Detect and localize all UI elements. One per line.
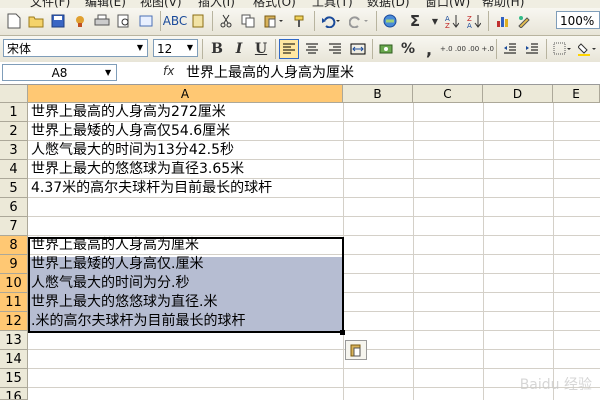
increase-decimal-button[interactable]: +.0 .00: [440, 39, 466, 59]
italic-button[interactable]: I: [229, 39, 249, 59]
redo-icon[interactable]: [346, 11, 372, 31]
cell-a5[interactable]: 4.37米的高尔夫球杆为目前最长的球杆: [31, 179, 272, 198]
paste-icon[interactable]: [260, 11, 288, 31]
worksheet-grid[interactable]: A B C D E 1 2 3 4 5 6 7 8 9 10 11 12 13 …: [0, 85, 600, 400]
autosum-dropdown-icon[interactable]: ▼: [430, 11, 440, 31]
formula-input[interactable]: 世界上最高的人身高为厘米: [186, 63, 354, 83]
paste-options-icon[interactable]: [345, 340, 367, 360]
column-header-a[interactable]: A: [28, 85, 343, 103]
align-center-button[interactable]: [302, 39, 322, 59]
row-header-15[interactable]: 15: [0, 369, 28, 388]
new-icon[interactable]: [4, 11, 24, 31]
undo-icon[interactable]: [318, 11, 344, 31]
svg-text:Z: Z: [445, 22, 450, 28]
decrease-decimal-button[interactable]: .00 +.0: [468, 39, 494, 59]
borders-icon[interactable]: [550, 39, 574, 59]
underline-button[interactable]: U: [251, 39, 271, 59]
row-header-6[interactable]: 6: [0, 198, 28, 217]
cell-a3[interactable]: 人憋气最大的时间为13分42.5秒: [31, 141, 234, 160]
hyperlink-icon[interactable]: [380, 11, 400, 31]
column-header-d[interactable]: D: [483, 85, 553, 103]
cell-a2[interactable]: 世界上最矮的人身高仅54.6厘米: [31, 122, 230, 141]
row-header-3[interactable]: 3: [0, 141, 28, 160]
fill-handle[interactable]: [340, 330, 345, 335]
row-header-11[interactable]: 11: [0, 293, 28, 312]
watermark-logo: Baidu 经验: [519, 377, 592, 393]
cut-icon[interactable]: [216, 11, 236, 31]
row-header-8[interactable]: 8: [0, 236, 28, 255]
row-header-2[interactable]: 2: [0, 122, 28, 141]
save-icon[interactable]: [48, 11, 68, 31]
chevron-down-icon[interactable]: ▼: [105, 68, 111, 77]
row-header-13[interactable]: 13: [0, 331, 28, 350]
comma-style-button[interactable]: ,: [420, 39, 438, 59]
font-size-select[interactable]: 12 ▼: [153, 39, 198, 57]
research-book-icon[interactable]: [188, 11, 208, 31]
drawing-icon[interactable]: [514, 11, 534, 31]
row-header-5[interactable]: 5: [0, 179, 28, 198]
decrease-indent-icon[interactable]: [500, 39, 520, 59]
permission-icon[interactable]: [70, 11, 90, 31]
font-size-value: 12: [157, 42, 173, 56]
standard-toolbar: ABC Σ ▼ AZ ZA 100%: [0, 8, 600, 36]
row-header-9[interactable]: 9: [0, 255, 28, 274]
spelling-icon[interactable]: ABC: [163, 11, 188, 31]
cell-a1[interactable]: 世界上最高的人身高为272厘米: [31, 103, 226, 122]
formula-bar: A8 ▼ fx 世界上最高的人身高为厘米: [0, 62, 600, 85]
sort-ascending-icon[interactable]: AZ: [442, 11, 462, 31]
align-right-button[interactable]: [325, 39, 345, 59]
format-painter-icon[interactable]: [290, 11, 310, 31]
select-all-corner[interactable]: [0, 85, 28, 103]
increase-indent-icon[interactable]: [522, 39, 542, 59]
column-header-c[interactable]: C: [413, 85, 483, 103]
merge-center-button[interactable]: [348, 39, 368, 59]
bold-button[interactable]: B: [207, 39, 227, 59]
insert-function-icon[interactable]: fx: [163, 64, 174, 78]
column-header-e[interactable]: E: [553, 85, 600, 103]
print-preview-icon[interactable]: [114, 11, 134, 31]
svg-text:A: A: [467, 22, 472, 28]
font-name-value: 宋体: [7, 42, 32, 56]
open-icon[interactable]: [26, 11, 46, 31]
cell-a4[interactable]: 世界上最大的悠悠球为直径3.65米: [31, 160, 244, 179]
row-header-7[interactable]: 7: [0, 217, 28, 236]
print-icon[interactable]: [92, 11, 112, 31]
column-header-b[interactable]: B: [343, 85, 413, 103]
sort-descending-icon[interactable]: ZA: [464, 11, 484, 31]
research-icon[interactable]: [136, 11, 156, 31]
currency-icon[interactable]: [376, 39, 396, 59]
zoom-select[interactable]: 100%: [556, 11, 600, 29]
copy-icon[interactable]: [238, 11, 258, 31]
chevron-down-icon: ▼: [186, 43, 194, 52]
zoom-value: 100%: [560, 14, 595, 28]
row-header-16[interactable]: 16: [0, 388, 28, 400]
row-header-4[interactable]: 4: [0, 160, 28, 179]
chevron-down-icon: ▼: [136, 43, 144, 52]
row-header-14[interactable]: 14: [0, 350, 28, 369]
font-name-select[interactable]: 宋体 ▼: [3, 39, 148, 57]
percent-button[interactable]: %: [398, 39, 418, 59]
selection-border: [28, 237, 344, 333]
chart-wizard-icon[interactable]: [492, 11, 512, 31]
row-header-12[interactable]: 12: [0, 312, 28, 331]
row-header-10[interactable]: 10: [0, 274, 28, 293]
align-left-button[interactable]: [279, 39, 299, 59]
name-box[interactable]: A8: [2, 64, 117, 81]
autosum-icon[interactable]: Σ: [402, 11, 428, 31]
formatting-toolbar: 宋体 ▼ 12 ▼ B I U % , +.0 .00 .00 +.0: [0, 36, 600, 63]
fill-color-icon[interactable]: [576, 39, 598, 59]
row-header-1[interactable]: 1: [0, 103, 28, 122]
